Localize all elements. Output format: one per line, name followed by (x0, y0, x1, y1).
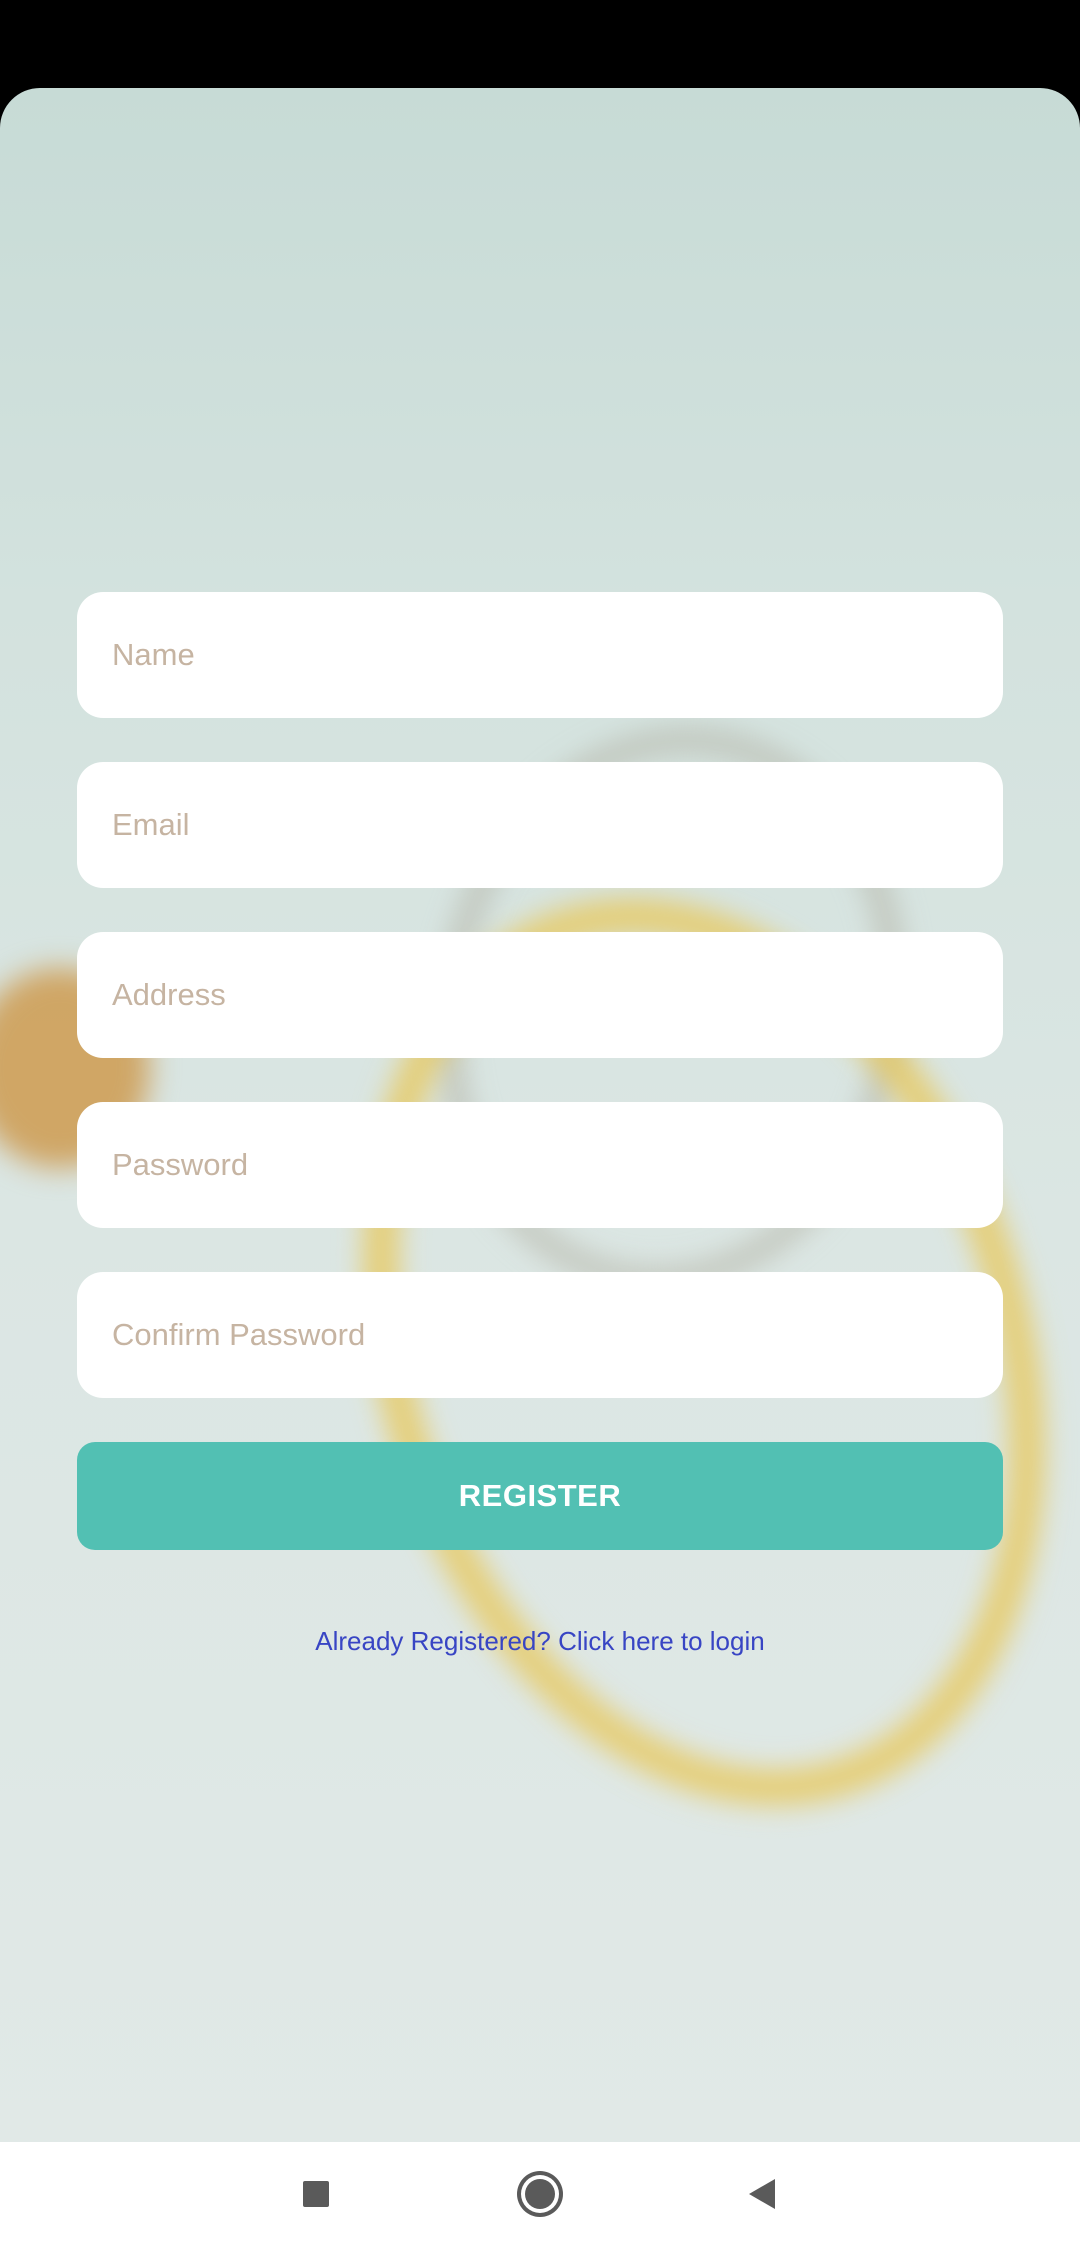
recent-apps-button[interactable] (264, 2142, 368, 2246)
navigation-bar (0, 2142, 1080, 2246)
home-icon (525, 2179, 555, 2209)
confirm-password-field[interactable] (77, 1272, 1003, 1398)
status-bar (0, 0, 1080, 88)
confirm-password-input[interactable] (110, 1316, 970, 1354)
register-button[interactable]: REGISTER (77, 1442, 1003, 1550)
name-input[interactable] (110, 636, 970, 674)
email-field[interactable] (77, 762, 1003, 888)
back-icon (749, 2179, 775, 2209)
back-button[interactable] (710, 2142, 814, 2246)
address-input[interactable] (110, 976, 970, 1014)
name-field[interactable] (77, 592, 1003, 718)
login-link[interactable]: Already Registered? Click here to login (0, 1626, 1080, 1657)
address-field[interactable] (77, 932, 1003, 1058)
recent-apps-icon (303, 2181, 329, 2207)
register-form: REGISTER (77, 592, 1003, 1550)
email-input[interactable] (110, 806, 970, 844)
password-field[interactable] (77, 1102, 1003, 1228)
home-button[interactable] (488, 2142, 592, 2246)
screen: REGISTER Already Registered? Click here … (0, 0, 1080, 2246)
password-input[interactable] (110, 1146, 970, 1184)
